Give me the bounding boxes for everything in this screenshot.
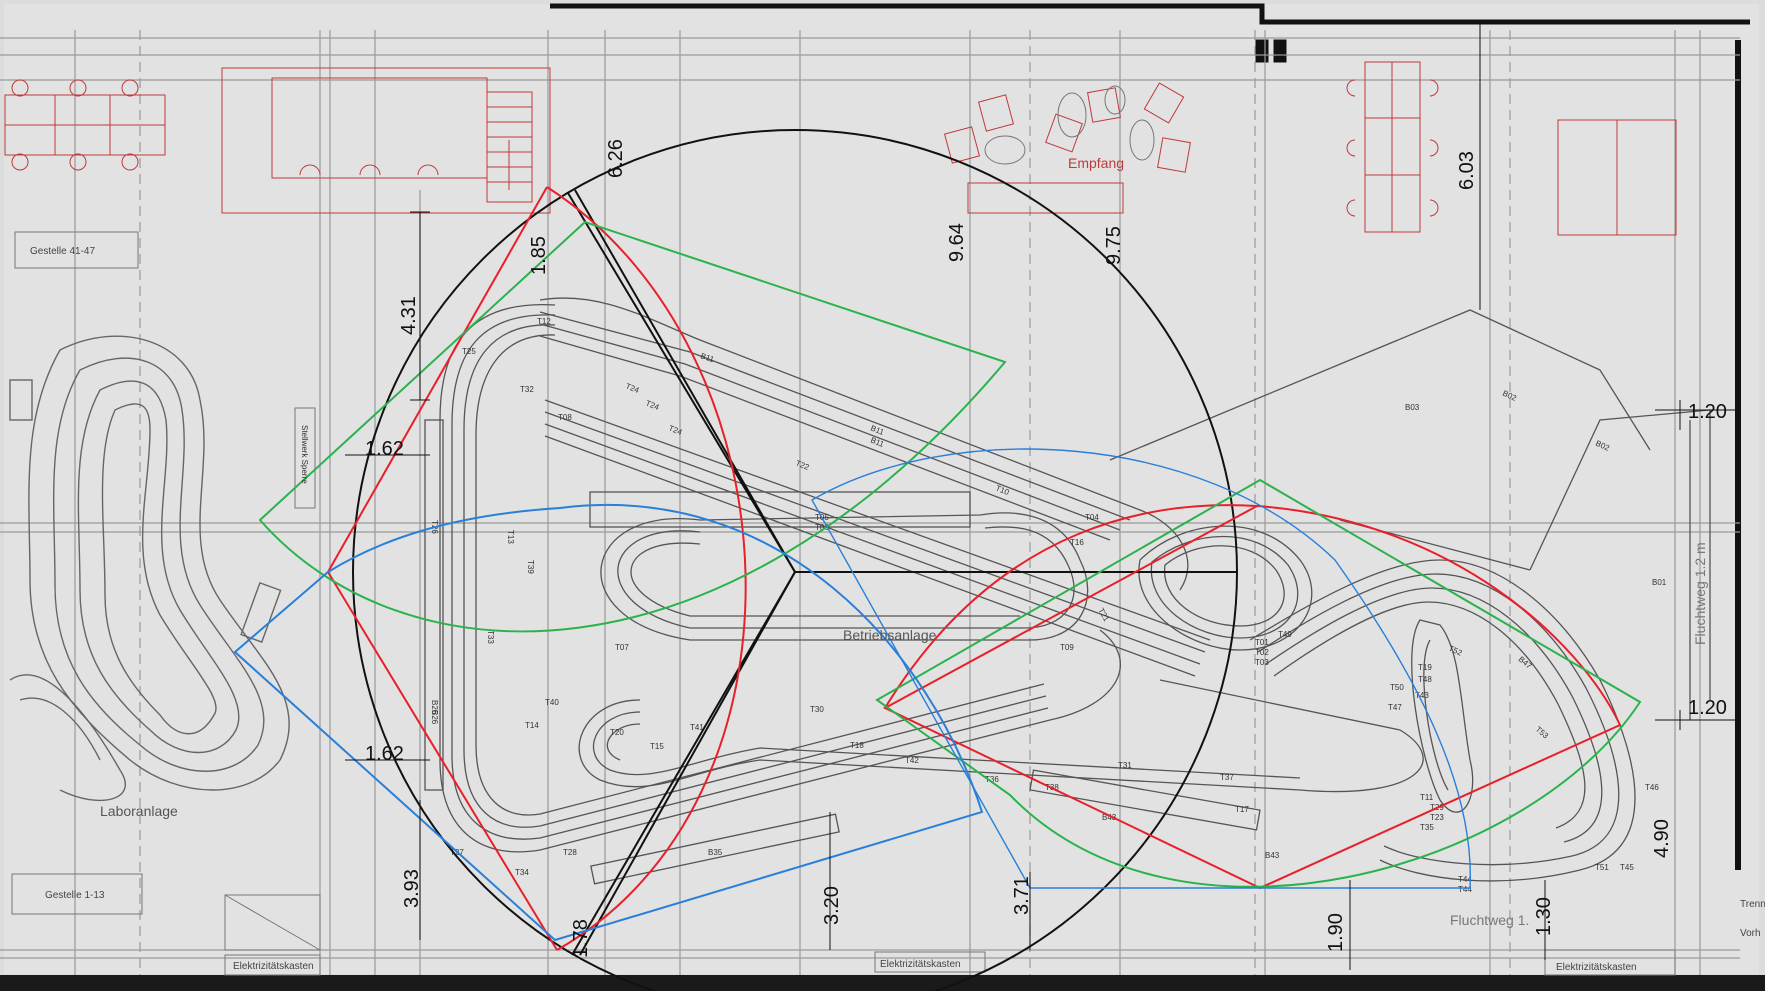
- dimension-value: 4.90: [1651, 819, 1673, 858]
- track-label: T48: [1418, 675, 1432, 684]
- track-label: T04: [1085, 513, 1099, 522]
- track-label: T51: [1595, 863, 1609, 872]
- track-label: B26: [430, 700, 439, 715]
- track-label: T33: [486, 630, 495, 644]
- dimension-value: 3.71: [1011, 876, 1033, 915]
- dimension-value: 1.20: [1688, 401, 1727, 423]
- gestelle-1-13-label: Gestelle 1-13: [45, 890, 105, 901]
- track-label: T31: [1118, 761, 1132, 770]
- track-label: T50: [1390, 683, 1404, 692]
- track-label: B01: [1652, 578, 1667, 587]
- elektro-label-2: Elektrizitätskasten: [880, 959, 961, 970]
- track-label: T46: [1645, 783, 1659, 792]
- dimension-value: 1.20: [1688, 697, 1727, 719]
- fluchtweg-bottom-label: Fluchtweg 1.: [1450, 912, 1529, 928]
- fluchtweg-right-label: Fluchtweg 1.2 m: [1692, 542, 1708, 645]
- track-label: T13: [506, 530, 515, 544]
- track-label: T32: [520, 385, 534, 394]
- dimension-value: 3.20: [821, 886, 843, 925]
- trenn-label: Trenn: [1740, 899, 1765, 910]
- dimension-value: 1.30: [1533, 897, 1555, 936]
- track-label: T17: [1235, 805, 1249, 814]
- track-label: B03: [1405, 403, 1420, 412]
- track-label: T30: [810, 705, 824, 714]
- track-label: T02: [1255, 648, 1269, 657]
- dimension-value: 1.85: [528, 236, 550, 275]
- track-label: T12: [537, 317, 551, 326]
- track-label: T19: [1418, 663, 1432, 672]
- track-label: T03: [1255, 658, 1269, 667]
- track-label: T09: [1060, 643, 1074, 652]
- track-label: T07: [615, 643, 629, 652]
- dimension-value: 1.90: [1325, 913, 1347, 952]
- dimension-value: 1.62: [365, 438, 404, 460]
- dimension-value: 4.31: [398, 296, 420, 335]
- track-label: T14: [525, 721, 539, 730]
- floor-plan-drawing: T12 T25 T32 T08 B11 T24 T24 T24 B11 B11 …: [0, 0, 1765, 991]
- track-label: T47: [1388, 703, 1402, 712]
- track-label: T42: [905, 756, 919, 765]
- dimension-value: 9.64: [946, 223, 968, 262]
- track-label: T25: [462, 347, 476, 356]
- dimension-value: 9.75: [1103, 226, 1125, 265]
- track-label: T18: [850, 741, 864, 750]
- track-label: B43: [1265, 851, 1280, 860]
- dimension-value: 1.78: [570, 919, 592, 958]
- track-label: T08: [558, 413, 572, 422]
- track-label: T11: [1420, 793, 1434, 802]
- track-label: T37: [1220, 773, 1234, 782]
- dimension-value: 1.62: [365, 743, 404, 765]
- track-label: T34: [515, 868, 529, 877]
- track-label: T49: [1278, 630, 1292, 639]
- track-label: T35: [1420, 823, 1434, 832]
- track-label: T28: [563, 848, 577, 857]
- track-label: T40: [545, 698, 559, 707]
- track-label: T23: [1430, 813, 1444, 822]
- track-label: T39: [526, 560, 535, 574]
- track-label: B35: [708, 848, 723, 857]
- gestelle-41-47-label: Gestelle 41-47: [30, 246, 95, 257]
- dimension-value: 6.03: [1456, 151, 1478, 190]
- stellwerk-label: Stellwerk Sperre: [300, 425, 309, 484]
- track-label: T45: [1620, 863, 1634, 872]
- track-label: T16: [1070, 538, 1084, 547]
- dimension-value: 6.26: [605, 139, 627, 178]
- betriebsanlage-label: Betriebsanlage: [843, 627, 937, 643]
- floor-plan-photo: T12 T25 T32 T08 B11 T24 T24 T24 B11 B11 …: [0, 0, 1765, 991]
- empfang-label: Empfang: [1068, 155, 1124, 171]
- elektro-label-3: Elektrizitätskasten: [1556, 962, 1637, 973]
- track-label: T15: [650, 742, 664, 751]
- track-label: T01: [1255, 638, 1269, 647]
- laboranlage-label: Laboranlage: [100, 803, 178, 819]
- dimension-value: 3.93: [401, 869, 423, 908]
- elektro-label-1: Elektrizitätskasten: [233, 961, 314, 972]
- vorh-label: Vorh: [1740, 928, 1761, 939]
- track-label: T20: [610, 728, 624, 737]
